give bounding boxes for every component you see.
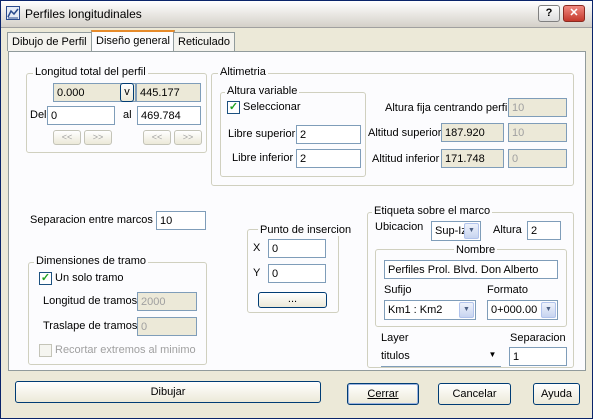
altura-fija-input[interactable]: [508, 98, 567, 117]
layer-value: titulos: [381, 350, 410, 362]
help-button[interactable]: ?: [538, 5, 560, 22]
recortar-checkbox[interactable]: [39, 344, 52, 357]
altura-input[interactable]: [527, 221, 561, 240]
window-title: Perfiles longitudinales: [25, 7, 142, 21]
seleccionar-checkbox[interactable]: ✓: [227, 101, 240, 114]
al-prev-button[interactable]: <<: [143, 130, 171, 145]
recortar-label: Recortar extremos al minimo: [55, 344, 196, 356]
altitud-superior-label: Altitud superior: [368, 127, 442, 139]
nombre-group: Nombre Sufijo Km1 : Km2 ▼ Formato 0+000.…: [375, 244, 567, 327]
formato-label: Formato: [487, 284, 528, 296]
ubicacion-label: Ubicacion: [375, 221, 424, 233]
libre-superior-input[interactable]: [296, 125, 361, 144]
longitud-end-field: [136, 83, 201, 102]
y-input[interactable]: [268, 264, 326, 283]
dimensiones-group-title: Dimensiones de tramo: [34, 255, 149, 267]
app-icon: [6, 6, 20, 20]
pick-point-button[interactable]: ...: [258, 292, 327, 308]
cerrar-button[interactable]: Cerrar: [347, 383, 419, 405]
sufijo-label: Sufijo: [384, 284, 412, 296]
al-next-button[interactable]: >>: [174, 130, 202, 145]
altura-variable-group: Altura variable ✓ Seleccionar Libre supe…: [220, 85, 366, 177]
libre-inferior-input[interactable]: [296, 149, 361, 168]
x-label: X: [253, 242, 261, 254]
dibujar-button[interactable]: Dibujar: [15, 381, 321, 403]
cancelar-button[interactable]: Cancelar: [438, 383, 511, 405]
del-prev-button[interactable]: <<: [53, 130, 81, 145]
del-input[interactable]: [47, 106, 115, 125]
altura-label: Altura: [493, 224, 522, 236]
longitud-group: Longitud total del perfil v Del al << >>…: [26, 66, 207, 153]
al-label: al: [123, 109, 132, 121]
etiqueta-group: Etiqueta sobre el marco Ubicacion Sup-Iz…: [367, 205, 574, 368]
un-solo-tramo-label: Un solo tramo: [55, 272, 124, 284]
longitud-tramos-label: Longitud de tramos: [43, 295, 138, 307]
libre-superior-label: Libre superior: [228, 128, 296, 140]
altura-fija-label: Altura fija centrando perfil: [385, 102, 510, 114]
title-bar: Perfiles longitudinales ? ✕: [1, 1, 592, 28]
cerrar-label: Cerrar: [367, 388, 399, 400]
longitud-group-title: Longitud total del perfil: [33, 66, 148, 78]
del-label: Del: [30, 109, 47, 121]
close-button[interactable]: ✕: [563, 5, 585, 22]
altitud-inferior-input[interactable]: [508, 149, 567, 168]
del-next-button[interactable]: >>: [84, 130, 112, 145]
altitud-inferior-value: [441, 149, 504, 168]
traslape-tramos-input[interactable]: [137, 317, 197, 336]
sufijo-value: Km1 : Km2: [388, 304, 443, 316]
layer-label: Layer: [381, 332, 409, 344]
chevron-down-icon: ▼: [464, 223, 479, 239]
altimetria-group: Altimetria Altura variable ✓ Seleccionar…: [211, 66, 574, 186]
separacion-input[interactable]: [156, 211, 206, 230]
punto-insercion-title: Punto de insercion: [258, 224, 354, 236]
nombre-title: Nombre: [454, 244, 498, 256]
tab-diseno-general[interactable]: Diseño general: [91, 30, 175, 52]
chevron-down-icon: ▼: [488, 350, 497, 359]
separacion-label: Separacion entre marcos: [30, 214, 153, 226]
punto-insercion-group: Punto de insercion X Y ...: [247, 224, 354, 313]
longitud-tramos-input[interactable]: [137, 292, 197, 311]
x-input[interactable]: [268, 239, 326, 258]
layer-select[interactable]: titulos ▼: [381, 347, 501, 367]
chevron-down-icon: ▼: [541, 302, 556, 318]
tab-panel: Longitud total del perfil v Del al << >>…: [8, 51, 586, 371]
etiqueta-group-title: Etiqueta sobre el marco: [372, 205, 493, 217]
formato-value: 0+000.00: [491, 304, 538, 316]
chevron-down-icon: ▼: [459, 302, 474, 318]
etiqueta-separacion-input[interactable]: [509, 347, 567, 366]
etiqueta-separacion-label: Separacion: [510, 332, 566, 344]
traslape-tramos-label: Traslape de tramos: [43, 320, 138, 332]
tab-dibujo-de-perfil[interactable]: Dibujo de Perfil: [7, 32, 92, 51]
formato-select[interactable]: 0+000.00 ▼: [487, 300, 558, 320]
nombre-input[interactable]: [384, 260, 558, 279]
v-button[interactable]: v: [120, 83, 134, 102]
altimetria-group-title: Altimetria: [218, 66, 268, 78]
sufijo-select[interactable]: Km1 : Km2 ▼: [384, 300, 476, 320]
ubicacion-select[interactable]: Sup-Izq ▼: [431, 221, 481, 241]
altura-variable-title: Altura variable: [225, 85, 300, 97]
dialog-window: Perfiles longitudinales ? ✕ Dibujo de Pe…: [0, 0, 593, 419]
al-input[interactable]: [137, 106, 201, 125]
altitud-superior-value: [441, 123, 504, 142]
altitud-superior-input[interactable]: [508, 123, 567, 142]
altitud-inferior-label: Altitud inferior: [372, 153, 440, 165]
dimensiones-group: Dimensiones de tramo ✓ Un solo tramo Lon…: [28, 255, 207, 365]
libre-inferior-label: Libre inferior: [232, 152, 294, 164]
y-label: Y: [253, 267, 261, 279]
seleccionar-label: Seleccionar: [243, 101, 301, 113]
tab-reticulado[interactable]: Reticulado: [173, 32, 235, 51]
ayuda-button[interactable]: Ayuda: [533, 383, 580, 405]
un-solo-tramo-checkbox[interactable]: ✓: [39, 272, 52, 285]
